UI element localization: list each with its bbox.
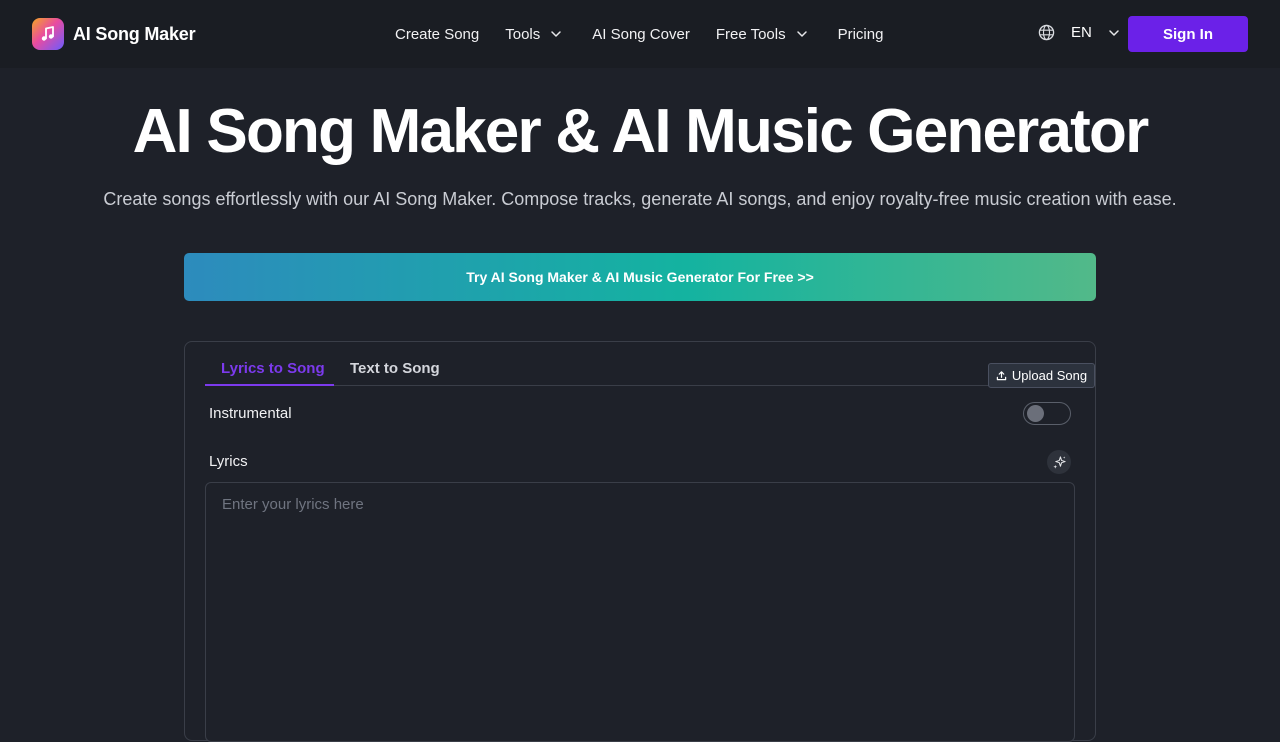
nav-pricing[interactable]: Pricing xyxy=(838,26,884,43)
lyrics-input[interactable] xyxy=(205,482,1075,742)
language-code: EN xyxy=(1071,24,1092,41)
chevron-down-icon xyxy=(551,31,562,37)
chevron-down-icon xyxy=(796,31,807,37)
try-free-button-label: Try AI Song Maker & AI Music Generator F… xyxy=(466,269,814,285)
instrumental-toggle[interactable] xyxy=(1023,402,1071,425)
nav-pricing-label: Pricing xyxy=(837,25,884,43)
active-tab-indicator xyxy=(205,384,334,386)
site-header: AI Song Maker Create Song Tools AI Song … xyxy=(0,0,1280,68)
sign-in-button[interactable]: Sign In xyxy=(1128,16,1248,52)
upload-icon xyxy=(996,371,1007,381)
nav-tools-label: Tools xyxy=(505,25,541,43)
tab-text-to-song[interactable]: Text to Song xyxy=(350,360,440,377)
nav-create-song[interactable]: Create Song xyxy=(395,26,479,43)
ai-generate-lyrics-button[interactable] xyxy=(1047,450,1071,474)
upload-song-button[interactable]: Upload Song xyxy=(988,363,1095,388)
try-free-button[interactable]: Try AI Song Maker & AI Music Generator F… xyxy=(184,253,1096,301)
nav-free-tools[interactable]: Free Tools xyxy=(716,26,808,43)
music-note-icon xyxy=(32,18,64,50)
nav-ai-song-cover-label: AI Song Cover xyxy=(592,25,690,43)
main-nav: Create Song Tools AI Song Cover Free Too… xyxy=(395,0,883,68)
tab-lyrics-to-song[interactable]: Lyrics to Song xyxy=(221,360,325,377)
brand-logo[interactable]: AI Song Maker xyxy=(32,18,196,50)
toggle-knob xyxy=(1027,405,1044,422)
nav-free-tools-label: Free Tools xyxy=(715,25,786,43)
instrumental-label: Instrumental xyxy=(209,405,292,422)
language-selector[interactable]: EN xyxy=(1038,24,1120,41)
nav-ai-song-cover[interactable]: AI Song Cover xyxy=(592,26,690,43)
chevron-down-icon xyxy=(1109,29,1119,36)
page-title: AI Song Maker & AI Music Generator xyxy=(132,97,1150,166)
nav-tools[interactable]: Tools xyxy=(505,26,562,43)
upload-song-label: Upload Song xyxy=(1011,368,1088,383)
page-subtitle: Create songs effortlessly with our AI So… xyxy=(103,189,1177,209)
nav-create-song-label: Create Song xyxy=(395,25,480,43)
lyrics-label: Lyrics xyxy=(209,453,248,470)
song-mode-tabs: Lyrics to Song Text to Song Upload Song xyxy=(205,352,1095,388)
song-form-card: Lyrics to Song Text to Song Upload Song … xyxy=(184,341,1096,742)
brand-name: AI Song Maker xyxy=(73,23,196,44)
sparkle-icon xyxy=(1052,455,1066,469)
globe-icon xyxy=(1038,24,1055,41)
